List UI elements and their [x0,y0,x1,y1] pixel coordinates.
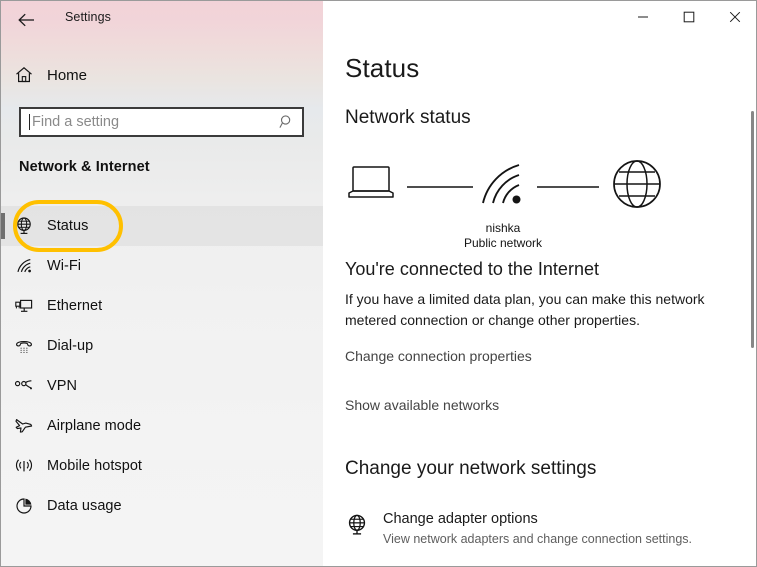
minimize-button[interactable] [620,1,666,33]
sidebar-item-mobile-hotspot-label: Mobile hotspot [47,458,143,474]
airplane-icon [1,416,47,436]
section-heading-change-network-settings: Change your network settings [345,458,597,479]
globe-stand-icon [1,216,47,236]
scrollbar-thumb[interactable] [751,111,754,348]
sidebar-item-data-usage[interactable]: Data usage [1,486,323,526]
wifi-icon [1,256,47,276]
sidebar-item-data-usage-label: Data usage [47,498,122,514]
network-status-diagram: nishka Public network [341,159,671,251]
setting-item-change-adapter-options[interactable]: Change adapter options View network adap… [345,509,745,553]
setting-item-description: View network adapters and change connect… [383,532,692,546]
sidebar-item-status-label: Status [47,218,89,234]
sidebar-item-dialup[interactable]: Dial-up [1,326,323,366]
sidebar-item-home[interactable]: Home [1,60,301,90]
network-name-block: nishka Public network [453,221,553,251]
maximize-button[interactable] [666,1,712,33]
maximize-icon [683,11,695,23]
connected-status-description: If you have a limited data plan, you can… [345,291,705,328]
link-show-available-networks[interactable]: Show available networks [345,397,499,413]
globe-stand-icon [345,509,383,537]
network-name: nishka [485,221,521,235]
main-content: Status Network status nishka Public netw… [323,1,756,566]
sidebar-item-ethernet-label: Ethernet [47,298,103,314]
connected-status-heading: You're connected to the Internet [345,259,599,279]
sidebar-item-status[interactable]: Status [1,206,323,246]
section-heading-network-status: Network status [345,107,471,128]
sidebar-item-wifi-label: Wi-Fi [47,258,82,274]
minimize-icon [638,16,648,18]
sidebar-item-vpn[interactable]: VPN [1,366,323,406]
sidebar-item-airplane-mode[interactable]: Airplane mode [1,406,323,446]
title-bar: Settings [1,1,323,41]
telephone-icon [1,336,47,356]
page-title: Status [345,53,420,83]
close-button[interactable] [712,1,756,33]
window-title: Settings [65,10,111,24]
wifi-icon [482,164,521,204]
sidebar-item-vpn-label: VPN [47,378,77,394]
search-box[interactable] [19,107,304,137]
vpn-icon [1,376,47,396]
sidebar-item-ethernet[interactable]: Ethernet [1,286,323,326]
sidebar-nav-list: Status Wi-Fi Ethernet Dial-up VPN Airpla… [1,206,323,526]
back-arrow-icon [18,13,34,27]
sidebar-item-dialup-label: Dial-up [47,338,94,354]
setting-item-text: Change adapter options View network adap… [383,509,692,548]
network-type: Public network [463,236,543,250]
ethernet-icon [1,296,47,316]
sidebar-category-heading: Network & Internet [19,159,150,175]
data-usage-icon [1,496,47,516]
back-button[interactable] [9,4,45,36]
hotspot-icon [1,456,47,476]
home-icon [1,65,47,85]
link-change-connection-properties[interactable]: Change connection properties [345,348,532,364]
settings-window: Settings Home Network & Inter [0,0,757,567]
search-input[interactable] [30,109,272,135]
window-controls [620,1,756,33]
globe-icon [613,160,661,208]
network-diagram-graphic [348,160,661,208]
laptop-icon [348,166,394,198]
scrollbar[interactable] [746,43,754,563]
sidebar-item-mobile-hotspot[interactable]: Mobile hotspot [1,446,323,486]
setting-item-title: Change adapter options [383,511,538,527]
close-icon [729,11,741,23]
search-icon[interactable] [272,109,302,135]
sidebar-item-home-label: Home [47,66,88,84]
sidebar-item-airplane-mode-label: Airplane mode [47,418,142,434]
sidebar-item-wifi[interactable]: Wi-Fi [1,246,323,286]
sidebar: Settings Home Network & Inter [1,1,323,566]
